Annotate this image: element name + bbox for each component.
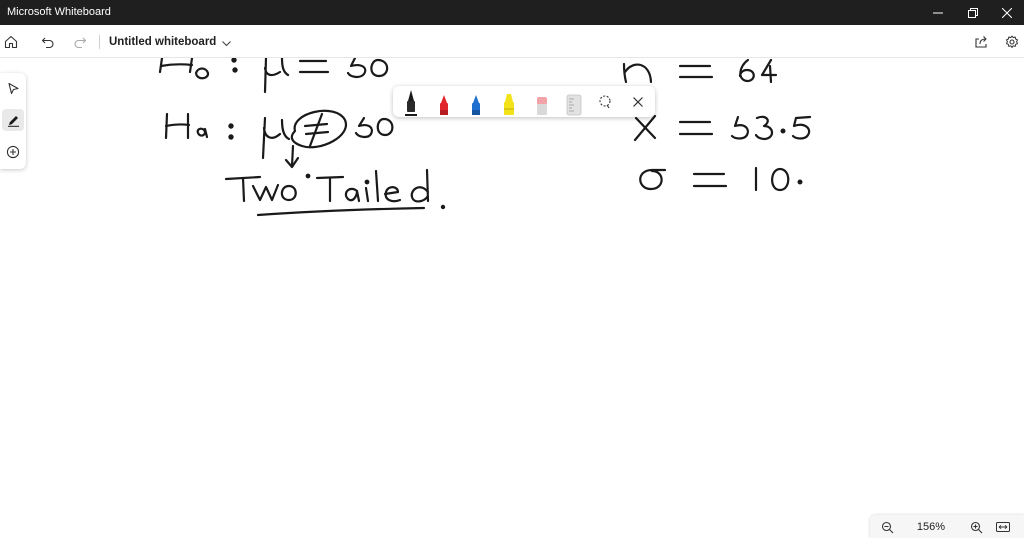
select-tool-button[interactable] — [2, 77, 24, 99]
ink-layer — [158, 58, 812, 217]
add-icon — [6, 145, 20, 159]
share-button[interactable] — [969, 30, 993, 54]
yellow-highlighter-button[interactable] — [496, 88, 522, 116]
red-pen-icon — [440, 95, 448, 115]
undo-button[interactable] — [36, 30, 60, 54]
close-icon — [1002, 7, 1012, 18]
ink-alternative-hypothesis — [164, 109, 394, 169]
highlighter-icon — [504, 94, 514, 115]
lasso-icon — [599, 95, 611, 109]
zoom-out-button[interactable] — [877, 517, 897, 537]
minimize-button[interactable] — [921, 0, 955, 25]
pen-tool-button[interactable] — [2, 109, 24, 131]
document-title[interactable]: Untitled whiteboard — [109, 36, 216, 48]
select-icon — [7, 82, 19, 94]
ruler-button[interactable] — [561, 88, 587, 116]
pen-palette — [393, 86, 655, 117]
zoom-in-button[interactable] — [966, 517, 986, 537]
add-tool-button[interactable] — [2, 141, 24, 163]
undo-icon — [41, 37, 54, 49]
zoom-in-icon — [970, 521, 982, 533]
lasso-select-button[interactable] — [592, 88, 618, 116]
close-palette-button[interactable] — [625, 88, 651, 116]
eraser-icon — [537, 97, 547, 115]
ruler-icon — [566, 94, 582, 116]
ink-two-tailed — [224, 168, 446, 217]
close-icon — [633, 97, 643, 107]
zoom-out-icon — [881, 521, 893, 533]
settings-button[interactable] — [1000, 30, 1024, 54]
whiteboard-app: Microsoft Whiteboard Untitled whiteboard… — [0, 0, 1024, 538]
black-pen-button[interactable] — [398, 88, 424, 116]
ink-sample-mean — [633, 111, 812, 142]
zoom-controls: 156% — [870, 515, 1024, 538]
gear-icon — [1006, 35, 1018, 48]
ink-null-hypothesis — [158, 58, 389, 94]
share-icon — [975, 36, 987, 48]
ink-sample-size — [622, 58, 778, 84]
zoom-level[interactable]: 156% — [913, 521, 949, 533]
redo-button[interactable] — [68, 30, 92, 54]
blue-pen-icon — [472, 95, 480, 115]
red-pen-button[interactable] — [431, 88, 457, 116]
home-icon — [4, 35, 18, 49]
home-button[interactable] — [0, 30, 23, 54]
fit-to-screen-button[interactable] — [993, 517, 1013, 537]
whiteboard-canvas[interactable] — [0, 58, 1024, 538]
window-title: Microsoft Whiteboard — [7, 6, 111, 18]
title-menu-button[interactable] — [221, 36, 232, 54]
title-bar: Microsoft Whiteboard — [0, 0, 1024, 25]
minimize-icon — [933, 12, 943, 13]
pen-icon — [7, 115, 19, 127]
blue-pen-button[interactable] — [463, 88, 489, 116]
restore-icon — [968, 7, 978, 18]
app-toolbar: Untitled whiteboard — [0, 25, 1024, 58]
restore-button[interactable] — [956, 0, 990, 25]
ink-std-dev — [639, 166, 803, 192]
redo-icon — [74, 37, 87, 49]
chevron-down-icon — [222, 41, 231, 47]
toolbar-divider — [99, 35, 100, 49]
black-pen-icon — [405, 90, 417, 116]
close-window-button[interactable] — [990, 0, 1024, 25]
eraser-button[interactable] — [529, 88, 555, 116]
fit-to-screen-icon — [996, 522, 1010, 532]
left-tool-rail — [0, 73, 26, 169]
